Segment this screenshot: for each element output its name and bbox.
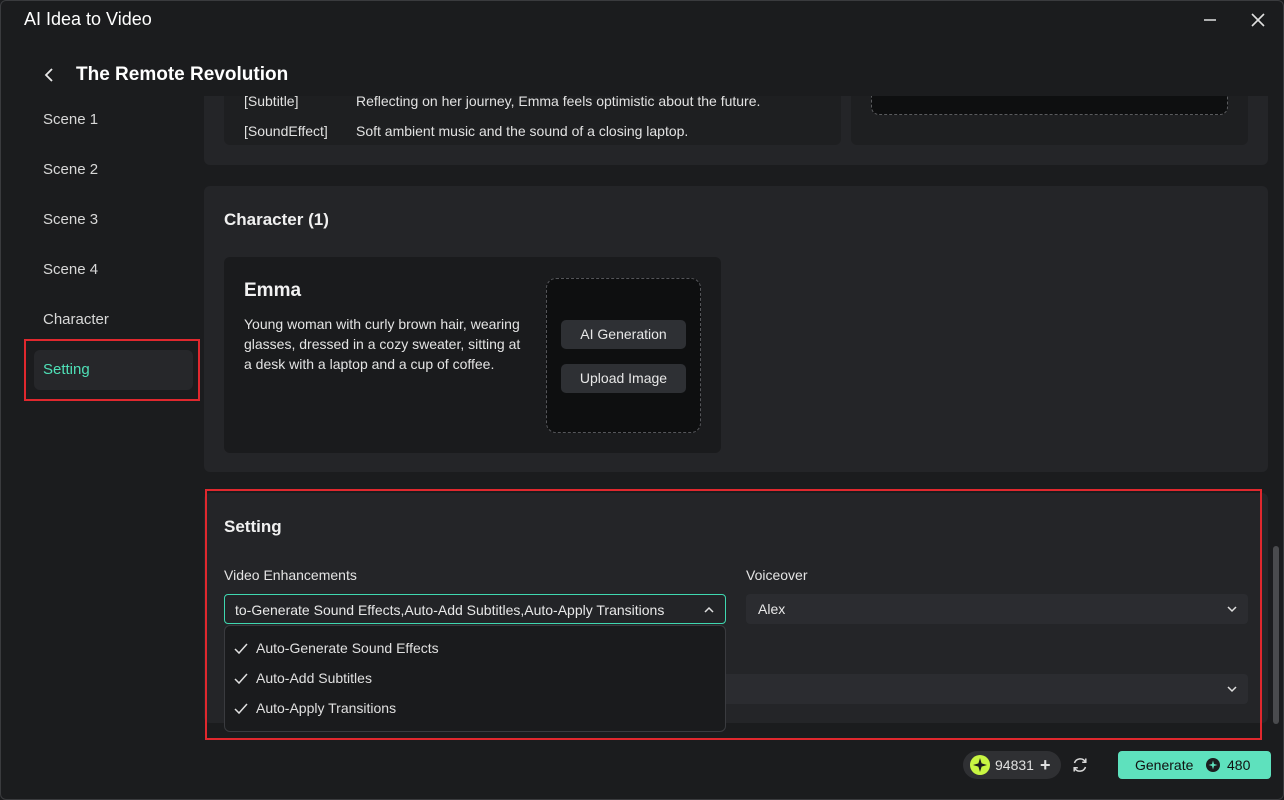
chevron-up-icon — [704, 606, 714, 613]
scrollbar[interactable] — [1273, 546, 1279, 724]
scene-4-image-card — [851, 96, 1248, 145]
video-enhancements-value: to-Generate Sound Effects,Auto-Add Subti… — [235, 602, 665, 618]
character-section-title: Character (1) — [224, 210, 329, 229]
back-button[interactable] — [37, 63, 61, 87]
ai-generation-button[interactable]: AI Generation — [561, 320, 686, 349]
voiceover-value: Alex — [758, 601, 786, 617]
title-bar: AI Idea to Video — [1, 1, 1283, 39]
chevron-down-icon — [1227, 606, 1237, 613]
chevron-down-icon — [1227, 686, 1237, 693]
video-enhancements-select[interactable]: to-Generate Sound Effects,Auto-Add Subti… — [224, 594, 726, 624]
app-title: AI Idea to Video — [24, 9, 152, 29]
dropdown-option-label: Auto-Generate Sound Effects — [256, 640, 439, 656]
character-image-placeholder: AI Generation Upload Image — [546, 278, 701, 433]
dropdown-option-label: Auto-Apply Transitions — [256, 700, 397, 716]
generate-button[interactable]: Generate 480 — [1118, 751, 1271, 779]
dropdown-option-label: Auto-Add Subtitles — [256, 670, 372, 686]
character-name: Emma — [244, 280, 302, 301]
character-panel: Character (1) Emma Young woman with curl… — [204, 186, 1268, 472]
credit-icon — [970, 755, 990, 775]
script-key: [Subtitle] — [244, 96, 299, 109]
sidebar-item-character[interactable]: Character — [34, 300, 193, 340]
add-credits-icon[interactable]: + — [1040, 756, 1051, 774]
script-value: Reflecting on her journey, Emma feels op… — [356, 96, 761, 109]
scene-image-placeholder[interactable] — [871, 96, 1228, 115]
close-button[interactable] — [1245, 7, 1271, 33]
sidebar-item-scene-2[interactable]: Scene 2 — [34, 150, 193, 190]
refresh-icon[interactable] — [1070, 755, 1090, 775]
sidebar: Scene 1 Scene 2 Scene 3 Scene 4 Characte… — [1, 96, 201, 799]
script-row-subtitle: [Subtitle] Reflecting on her journey, Em… — [244, 96, 834, 111]
script-row-sound-effect: [SoundEffect] Soft ambient music and the… — [244, 123, 834, 141]
app-window: AI Idea to Video The Remote Revolution S… — [0, 0, 1284, 800]
character-description: Young woman with curly brown hair, weari… — [244, 316, 521, 372]
video-enhancements-dropdown: Auto-Generate Sound Effects Auto-Add Sub… — [224, 625, 726, 732]
minimize-button[interactable] — [1197, 7, 1223, 33]
sidebar-item-scene-4[interactable]: Scene 4 — [34, 250, 193, 290]
close-icon — [1251, 13, 1265, 27]
credits-count: 94831 — [995, 757, 1034, 773]
credits-badge[interactable]: 94831 + — [963, 751, 1061, 779]
project-title: The Remote Revolution — [76, 64, 289, 85]
dropdown-option[interactable]: Auto-Apply Transitions — [233, 696, 396, 720]
checkmark-icon — [234, 703, 248, 715]
dropdown-option[interactable]: Auto-Generate Sound Effects — [233, 636, 439, 660]
chevron-left-icon — [44, 68, 53, 82]
generate-label: Generate — [1135, 757, 1194, 773]
setting-section-title: Setting — [224, 517, 282, 536]
project-header: The Remote Revolution — [1, 59, 601, 93]
sidebar-item-scene-3[interactable]: Scene 3 — [34, 200, 193, 240]
main-content: [Subtitle] Reflecting on her journey, Em… — [204, 96, 1268, 741]
sidebar-item-scene-1[interactable]: Scene 1 — [34, 100, 193, 140]
script-key: [SoundEffect] — [244, 123, 328, 139]
credit-icon — [1206, 758, 1220, 772]
checkmark-icon — [234, 643, 248, 655]
video-enhancements-label: Video Enhancements — [224, 567, 357, 583]
dropdown-option[interactable]: Auto-Add Subtitles — [233, 666, 372, 690]
sidebar-item-setting[interactable]: Setting — [34, 350, 193, 390]
upload-image-button[interactable]: Upload Image — [561, 364, 686, 393]
minimize-icon — [1204, 19, 1216, 21]
scene-4-panel: [Subtitle] Reflecting on her journey, Em… — [204, 96, 1268, 165]
voiceover-label: Voiceover — [746, 567, 808, 583]
generate-cost: 480 — [1227, 757, 1251, 773]
voiceover-select[interactable]: Alex — [746, 594, 1248, 624]
character-card: Emma Young woman with curly brown hair, … — [224, 257, 721, 453]
script-value: Soft ambient music and the sound of a cl… — [356, 123, 689, 139]
scene-4-script-card: [Subtitle] Reflecting on her journey, Em… — [224, 96, 841, 145]
checkmark-icon — [234, 673, 248, 685]
